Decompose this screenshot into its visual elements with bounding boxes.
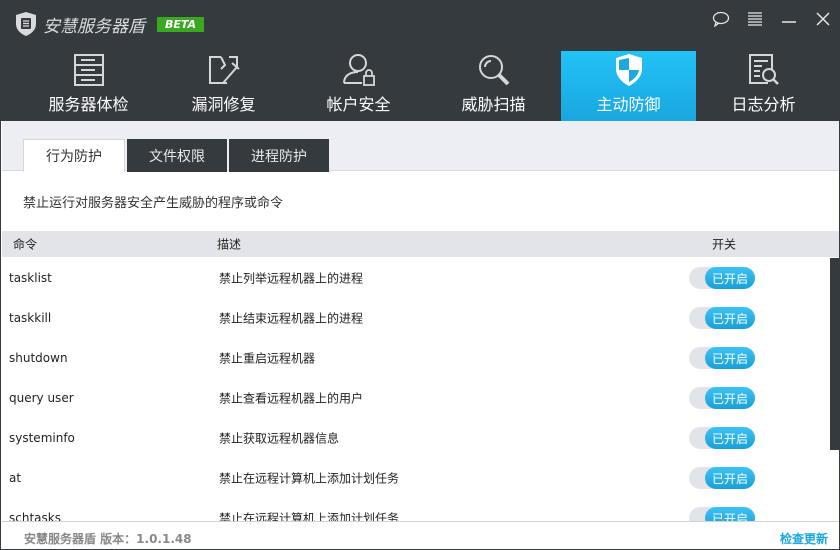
command-name: query user [9, 391, 74, 405]
command-description: 禁止获取远程机器信息 [219, 431, 340, 446]
section-description: 禁止运行对服务器安全产生威胁的程序或命令 [23, 196, 284, 211]
toggle-state: 已开启 [705, 507, 755, 521]
check-update-link[interactable]: 检查更新 [780, 530, 828, 547]
nav-label: 服务器体检 [48, 95, 129, 114]
nav-log-analysis[interactable]: 日志分析 [696, 51, 831, 121]
toggle-switch[interactable]: 已开启 [689, 387, 755, 409]
search-icon [478, 55, 509, 86]
command-table: tasklist 禁止列举远程机器上的进程 已开启 taskkill 禁止结束远程… [2, 258, 830, 521]
shield-logo-icon [16, 12, 36, 36]
logo: 安慧服务器盾 BETA [15, 11, 205, 37]
toggle-state: 已开启 [705, 387, 755, 409]
command-name: tasklist [9, 271, 52, 285]
toggle-switch[interactable]: 已开启 [689, 267, 755, 289]
header-description: 描述 [217, 237, 242, 252]
shield-icon [615, 54, 642, 86]
command-name: systeminfo [9, 431, 75, 445]
scrollbar-thumb[interactable] [830, 258, 839, 450]
toggle-switch[interactable]: 已开启 [689, 507, 755, 521]
toggle-state: 已开启 [705, 347, 755, 369]
toggle-switch[interactable]: 已开启 [689, 467, 755, 489]
command-description: 禁止列举远程机器上的进程 [219, 271, 364, 286]
nav-server-check[interactable]: 服务器体检 [21, 51, 156, 121]
nav-vuln-repair[interactable]: 漏洞修复 [156, 51, 291, 121]
user-lock-icon [342, 54, 375, 86]
app-title: 安慧服务器盾 [43, 16, 145, 37]
sub-tab-bar: 行为防护 文件权限 进程防护 [2, 121, 839, 172]
feedback-icon[interactable] [711, 9, 731, 29]
table-row: taskkill 禁止结束远程机器上的进程 已开启 [2, 298, 830, 338]
nav-label: 主动防御 [596, 95, 661, 114]
toggle-state: 已开启 [705, 307, 755, 329]
nav-label: 威胁扫描 [461, 95, 526, 114]
header-command: 命令 [13, 237, 38, 252]
table-row: query user 禁止查看远程机器上的用户 已开启 [2, 378, 830, 418]
table-row: shutdown 禁止重启远程机器 已开启 [2, 338, 830, 378]
table-row: systeminfo 禁止获取远程机器信息 已开启 [2, 418, 830, 458]
main-nav: 服务器体检 漏洞修复 帐户安全 威胁扫描 主动防御 日志分析 [21, 51, 831, 121]
log-icon [748, 54, 779, 85]
table-row: schtasks 禁止在远程计算机上添加计划任务 已开启 [2, 498, 830, 521]
nav-threat-scan[interactable]: 威胁扫描 [426, 51, 561, 121]
nav-label: 帐户安全 [326, 95, 391, 114]
command-description: 禁止在远程计算机上添加计划任务 [219, 511, 400, 522]
toggle-switch[interactable]: 已开启 [689, 307, 755, 329]
command-name: shutdown [9, 351, 68, 365]
nav-active-defense[interactable]: 主动防御 [561, 51, 696, 121]
nav-label: 日志分析 [731, 95, 796, 114]
tab-process-protection[interactable]: 进程防护 [229, 139, 329, 172]
command-description: 禁止查看远程机器上的用户 [219, 391, 364, 406]
command-description: 禁止重启远程机器 [219, 351, 316, 366]
beta-badge: BETA [157, 16, 205, 32]
toggle-state: 已开启 [705, 267, 755, 289]
command-name: at [9, 471, 22, 485]
header: 安慧服务器盾 BETA 服务器体检 漏洞修复 帐户安全 威胁扫描 主动防御 日志… [1, 1, 839, 121]
version-text: 安慧服务器盾 版本：1.0.1.48 [24, 532, 192, 546]
table-row: tasklist 禁止列举远程机器上的进程 已开启 [2, 258, 830, 298]
tab-file-permission[interactable]: 文件权限 [127, 139, 227, 172]
menu-icon[interactable] [745, 9, 765, 29]
toggle-switch[interactable]: 已开启 [689, 427, 755, 449]
tab-behavior-protection[interactable]: 行为防护 [23, 139, 125, 172]
repair-icon [208, 56, 240, 84]
command-name: taskkill [9, 311, 52, 325]
footer: 安慧服务器盾 版本：1.0.1.48 检查更新 [2, 521, 839, 549]
table-row: at 禁止在远程计算机上添加计划任务 已开启 [2, 458, 830, 498]
close-icon[interactable] [813, 9, 833, 29]
toggle-state: 已开启 [705, 427, 755, 449]
command-description: 禁止在远程计算机上添加计划任务 [219, 471, 400, 486]
command-name: schtasks [9, 511, 61, 521]
command-description: 禁止结束远程机器上的进程 [219, 311, 364, 326]
toggle-switch[interactable]: 已开启 [689, 347, 755, 369]
nav-account-security[interactable]: 帐户安全 [291, 51, 426, 121]
toggle-state: 已开启 [705, 467, 755, 489]
nav-label: 漏洞修复 [191, 95, 256, 114]
header-switch: 开关 [712, 237, 737, 252]
server-icon [73, 54, 104, 86]
minimize-icon[interactable] [779, 9, 799, 29]
table-header: 命令 描述 开关 [2, 231, 839, 257]
app-window: 安慧服务器盾 BETA 服务器体检 漏洞修复 帐户安全 威胁扫描 主动防御 日志… [0, 0, 840, 550]
